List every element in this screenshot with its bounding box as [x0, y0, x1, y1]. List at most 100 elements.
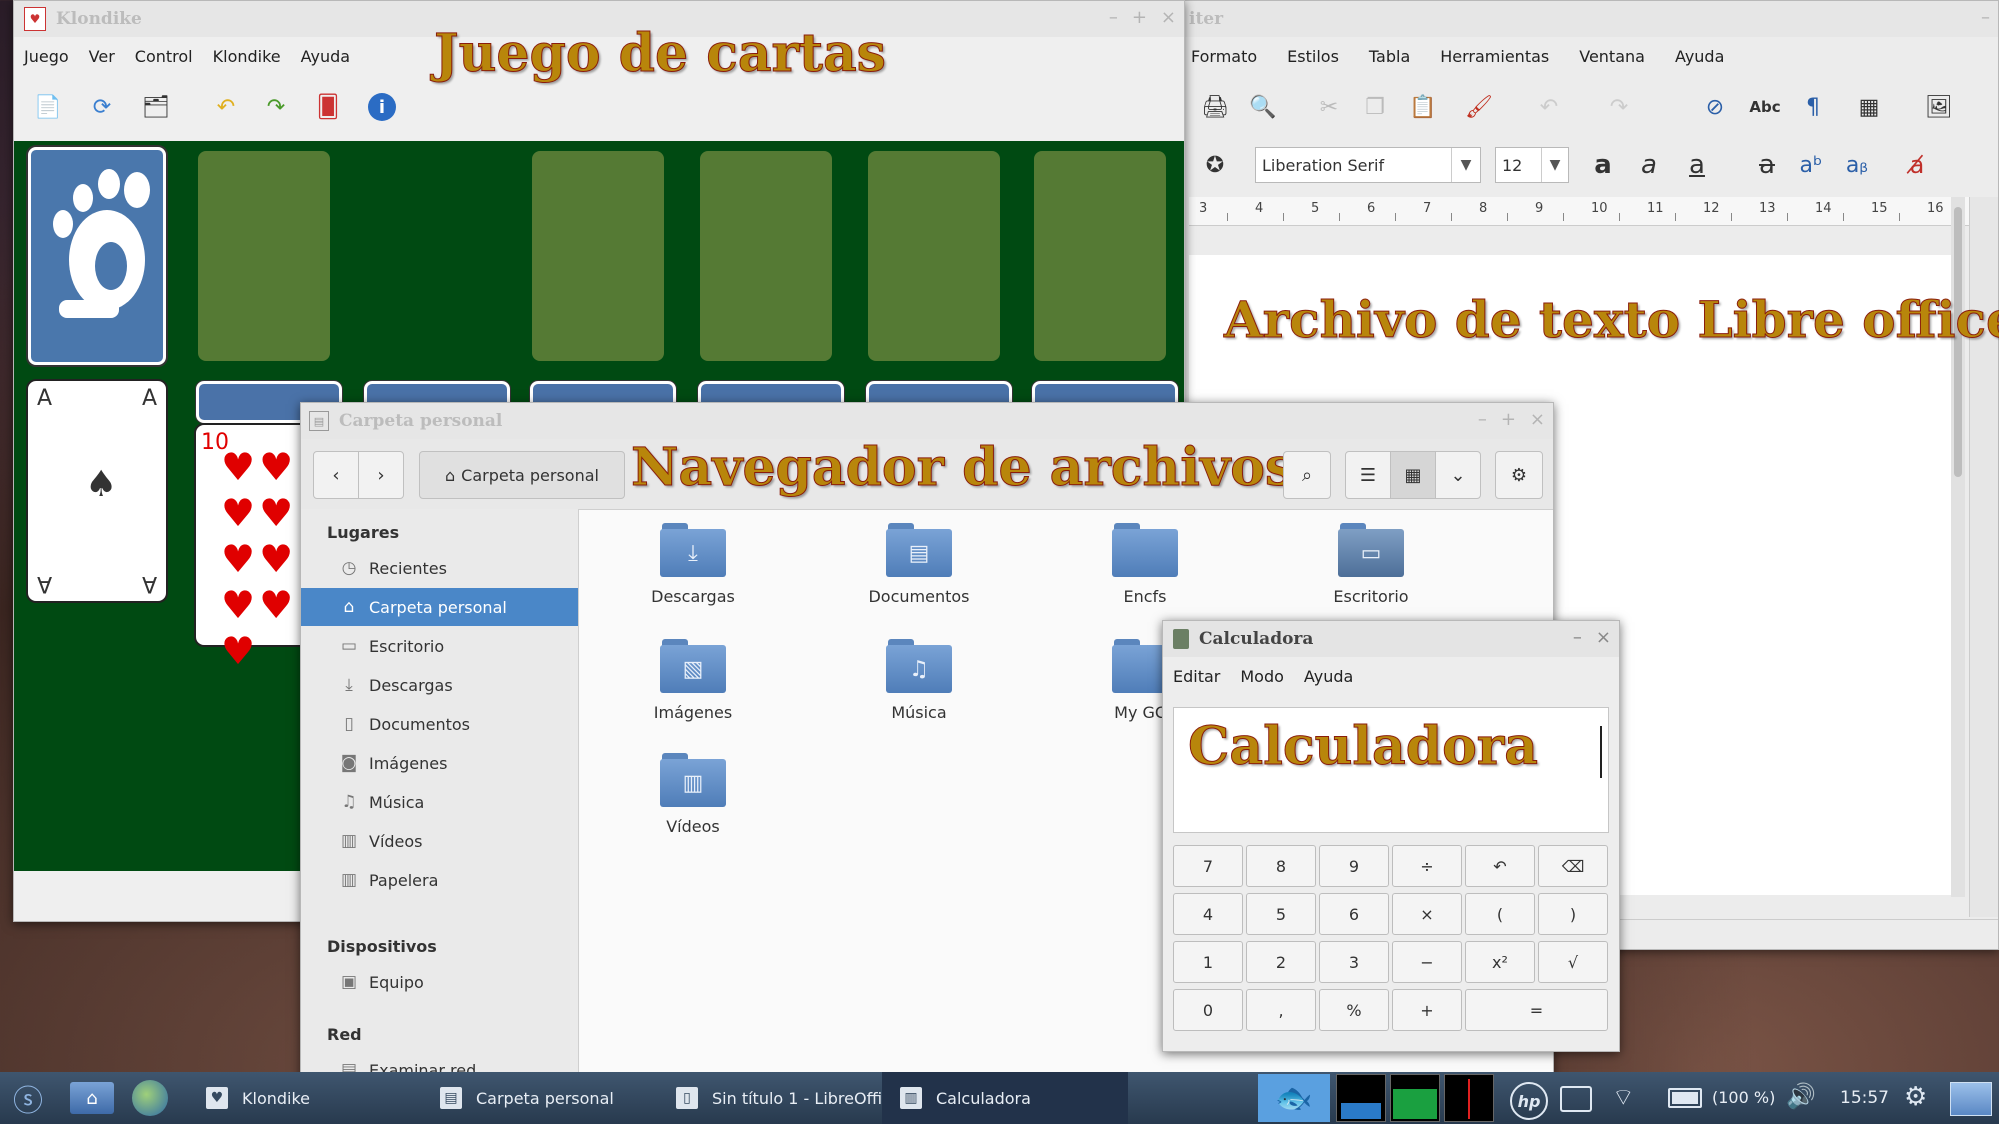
folder-item[interactable]: ▭ Escritorio — [1301, 523, 1441, 606]
menu-herramientas[interactable]: Herramientas — [1440, 47, 1549, 66]
sidebar-item-imágenes[interactable]: ◙ Imágenes — [301, 744, 578, 782]
copy-icon[interactable]: ❐ — [1357, 89, 1393, 125]
undo-icon[interactable]: ↶ — [1531, 89, 1567, 125]
info-icon[interactable]: i — [364, 89, 400, 125]
menu-editar[interactable]: Editar — [1173, 667, 1220, 686]
ace-of-spades-card[interactable]: A A ♠ A A — [28, 381, 166, 601]
foundation-slot-2[interactable] — [700, 151, 832, 361]
clone-format-icon[interactable]: 🖌 — [1461, 89, 1497, 125]
battery-icon[interactable] — [1668, 1088, 1702, 1108]
calc-titlebar[interactable]: Calculadora – × — [1163, 621, 1619, 657]
minimize-icon[interactable]: – — [1981, 7, 1990, 28]
font-name-box[interactable]: Liberation Serif ▼ — [1255, 147, 1481, 183]
search-button[interactable]: ⌕ — [1283, 451, 1331, 499]
folder-item[interactable]: ♫ Música — [849, 639, 989, 722]
fish-applet-icon[interactable]: 🐟 — [1258, 1074, 1330, 1122]
table-icon[interactable]: ▦ — [1851, 89, 1887, 125]
sidebar-item-carpeta-personal[interactable]: ⌂ Carpeta personal — [301, 588, 578, 626]
drive-icon[interactable] — [1560, 1086, 1592, 1112]
folder-item[interactable]: ▥ Vídeos — [623, 753, 763, 836]
sidebar-item-equipo[interactable]: ▣ Equipo — [301, 963, 578, 1001]
key-%[interactable]: % — [1319, 989, 1389, 1031]
calc-display[interactable]: Calculadora — [1173, 707, 1609, 833]
sidebar-item-papelera[interactable]: ▥ Papelera — [301, 861, 578, 899]
browser-icon[interactable] — [132, 1080, 168, 1116]
volume-icon[interactable]: 🔊 — [1786, 1082, 1816, 1110]
sidebar-item-recientes[interactable]: ◷ Recientes — [301, 549, 578, 587]
wifi-icon[interactable]: ⌔ — [1612, 1082, 1635, 1112]
chevron-down-icon[interactable]: ▼ — [1541, 148, 1568, 182]
files-titlebar[interactable]: ▤ Carpeta personal – + × — [301, 403, 1553, 439]
restart-icon[interactable]: ⟳ — [84, 89, 120, 125]
key-4[interactable]: 4 — [1173, 893, 1243, 935]
close-icon[interactable]: × — [1596, 627, 1611, 648]
close-icon[interactable]: × — [1530, 409, 1545, 430]
folder-item[interactable]: ▧ Imágenes — [623, 639, 763, 722]
key-−[interactable]: − — [1392, 941, 1462, 983]
key-([interactable]: ( — [1465, 893, 1535, 935]
foundation-slot-1[interactable] — [532, 151, 664, 361]
key-3[interactable]: 3 — [1319, 941, 1389, 983]
sidebar-item-escritorio[interactable]: ▭ Escritorio — [301, 627, 578, 665]
list-view-button[interactable]: ☰ — [1345, 451, 1391, 499]
foundation-slot-3[interactable] — [868, 151, 1000, 361]
spellcheck-icon[interactable]: Abc — [1747, 89, 1783, 125]
sidebar-item-música[interactable]: ♫ Música — [301, 783, 578, 821]
taskbar-item[interactable]: ▤ Carpeta personal — [440, 1072, 614, 1124]
menu-ventana[interactable]: Ventana — [1579, 47, 1645, 66]
forward-button[interactable]: › — [358, 451, 404, 499]
minimize-icon[interactable]: – — [1573, 627, 1582, 648]
select-game-icon[interactable]: 🗂 — [138, 89, 174, 125]
key-2[interactable]: 2 — [1246, 941, 1316, 983]
key-0[interactable]: 0 — [1173, 989, 1243, 1031]
show-desktop-icon[interactable] — [1950, 1082, 1992, 1116]
writer-titlebar[interactable]: iter – — [1161, 1, 1998, 37]
subscript-icon[interactable]: aᵦ — [1839, 147, 1875, 183]
key-x²[interactable]: x² — [1465, 941, 1535, 983]
menu-ayuda[interactable]: Ayuda — [1304, 667, 1353, 686]
chevron-down-icon[interactable]: ▼ — [1451, 148, 1480, 182]
menu-klondike[interactable]: Klondike — [213, 47, 281, 66]
key-√[interactable]: √ — [1538, 941, 1608, 983]
key-backspace[interactable]: ⌫ — [1538, 845, 1608, 887]
maximize-icon[interactable]: + — [1501, 409, 1516, 430]
settings-gear-icon[interactable]: ⚙ — [1904, 1082, 1927, 1112]
font-size-box[interactable]: 12 ▼ — [1495, 147, 1569, 183]
key-)[interactable]: ) — [1538, 893, 1608, 935]
folder-item[interactable]: Encfs — [1075, 523, 1215, 606]
hp-icon[interactable]: hp — [1510, 1082, 1548, 1120]
strikethrough-icon[interactable]: a — [1749, 147, 1785, 183]
sidebar-item-descargas[interactable]: ⤓ Descargas — [301, 666, 578, 704]
view-options-button[interactable]: ⌄ — [1435, 451, 1481, 499]
paste-icon[interactable]: 📋 — [1405, 89, 1441, 125]
styles-icon[interactable]: ✪ — [1197, 147, 1233, 183]
redo-icon[interactable]: ↷ — [1601, 89, 1637, 125]
stock-pile[interactable] — [28, 147, 166, 365]
key-=[interactable]: = — [1465, 989, 1608, 1031]
menu-control[interactable]: Control — [135, 47, 193, 66]
key-×[interactable]: × — [1392, 893, 1462, 935]
superscript-icon[interactable]: aᵇ — [1793, 147, 1829, 183]
formatting-marks-icon[interactable]: ¶ — [1795, 89, 1831, 125]
back-button[interactable]: ‹ — [313, 451, 359, 499]
undo-icon[interactable]: ↶ — [208, 89, 244, 125]
sidebar-item-vídeos[interactable]: ▥ Vídeos — [301, 822, 578, 860]
hint-icon[interactable]: 🂠 — [310, 89, 346, 125]
home-folder-icon[interactable]: ⌂ — [70, 1082, 114, 1114]
minimize-icon[interactable]: – — [1109, 7, 1118, 28]
print-icon[interactable]: 🖨 — [1197, 89, 1233, 125]
taskbar-item[interactable]: ♥ Klondike — [206, 1072, 310, 1124]
key-undo[interactable]: ↶ — [1465, 845, 1535, 887]
clock[interactable]: 15:57 — [1840, 1088, 1889, 1108]
folder-item[interactable]: ▤ Documentos — [849, 523, 989, 606]
app-menu-icon[interactable]: ⓢ — [10, 1080, 46, 1119]
key-,[interactable]: , — [1246, 989, 1316, 1031]
minimize-icon[interactable]: – — [1478, 409, 1487, 430]
key-7[interactable]: 7 — [1173, 845, 1243, 887]
image-icon[interactable]: 🖼 — [1921, 89, 1957, 125]
cut-icon[interactable]: ✂ — [1311, 89, 1347, 125]
folder-item[interactable]: ⤓ Descargas — [623, 523, 763, 606]
ruler[interactable]: 3 4 5 6 7 8 9 10 11 12 13 14 15 16 — [1189, 197, 1969, 226]
menu-ver[interactable]: Ver — [89, 47, 115, 66]
key-1[interactable]: 1 — [1173, 941, 1243, 983]
